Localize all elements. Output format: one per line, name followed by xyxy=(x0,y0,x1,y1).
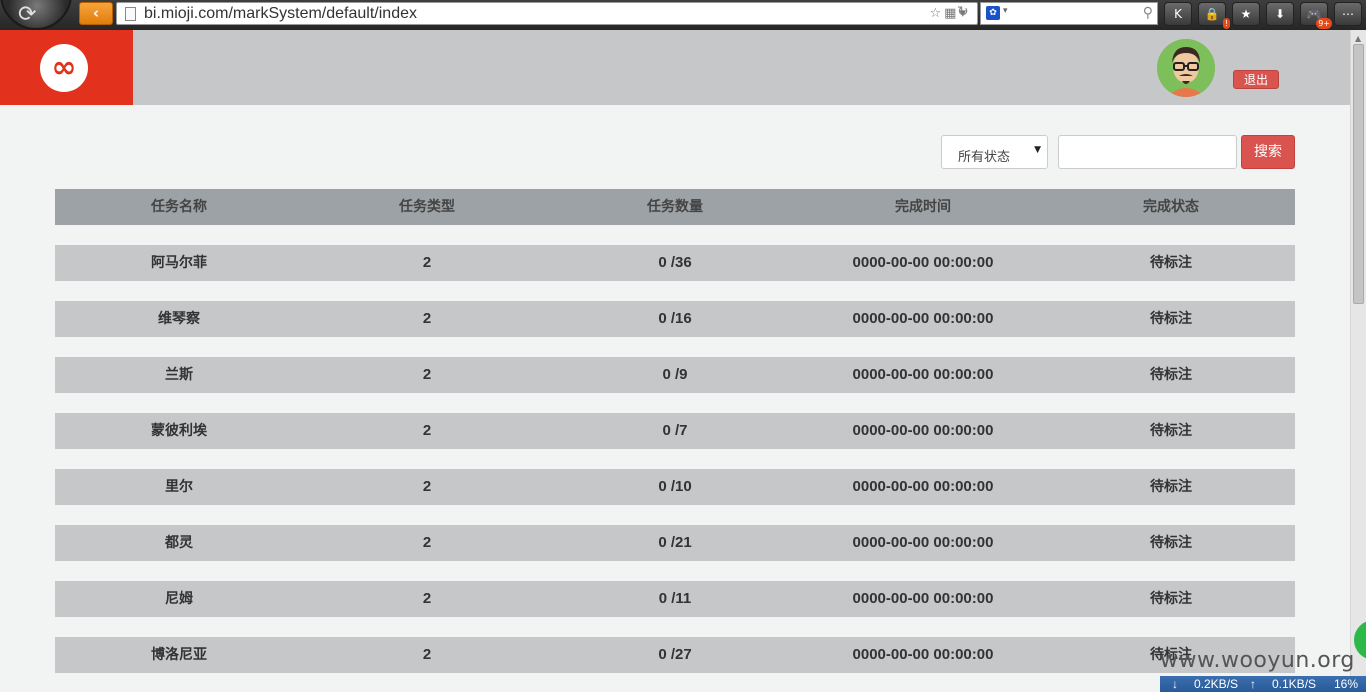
task-time: 0000-00-00 00:00:00 xyxy=(852,310,994,327)
task-type: 2 xyxy=(422,590,432,607)
task-type: 2 xyxy=(422,478,432,495)
search-input[interactable] xyxy=(1058,135,1237,169)
brand-logo-block[interactable]: ∞ xyxy=(0,30,133,105)
download-speed: 0.2KB/S xyxy=(1194,677,1239,691)
search-icon[interactable]: ⚲ xyxy=(1143,5,1153,21)
task-name[interactable]: 尼姆 xyxy=(55,581,303,617)
column-header-count: 任务数量 xyxy=(647,199,703,215)
avatar-face-icon xyxy=(1157,39,1215,97)
task-count: 0 /21 xyxy=(658,534,692,551)
browser-menu-logo[interactable]: ⟳ xyxy=(0,0,72,30)
game-button[interactable]: 🎮 9+ xyxy=(1300,2,1332,29)
task-name[interactable]: 都灵 xyxy=(55,525,303,561)
upload-speed: 0.1KB/S xyxy=(1272,677,1317,691)
download-arrow-icon: ↓ xyxy=(1172,677,1178,691)
task-name[interactable]: 里尔 xyxy=(55,469,303,505)
column-header-time: 完成时间 xyxy=(895,199,951,215)
app-header: ∞ 退出 xyxy=(0,30,1350,105)
game-badge: 9+ xyxy=(1316,18,1332,29)
task-count: 0 /16 xyxy=(658,310,692,327)
table-row[interactable]: 里尔 2 0 /10 0000-00-00 00:00:00 待标注 xyxy=(55,469,1295,505)
task-time: 0000-00-00 00:00:00 xyxy=(852,254,994,271)
page-icon xyxy=(125,7,136,21)
task-count: 0 /36 xyxy=(658,254,692,271)
task-status: 待标注 xyxy=(1150,255,1192,271)
task-time: 0000-00-00 00:00:00 xyxy=(852,590,994,607)
task-name[interactable]: 阿马尔菲 xyxy=(55,245,303,281)
chevron-down-icon: ▼ xyxy=(1034,145,1041,155)
address-bar[interactable]: bi.mioji.com/markSystem/default/index ☆▦… xyxy=(116,2,978,25)
table-row[interactable]: 博洛尼亚 2 0 /27 0000-00-00 00:00:00 待标注 xyxy=(55,637,1295,673)
download-button[interactable]: ⬇ xyxy=(1266,2,1294,26)
logout-button[interactable]: 退出 xyxy=(1233,70,1279,89)
reload-icon[interactable]: ↻ xyxy=(957,4,969,20)
status-filter-select[interactable]: 所有状态 ▼ xyxy=(941,135,1048,169)
task-name[interactable]: 维琴察 xyxy=(55,301,303,337)
browser-logo-icon: ⟳ xyxy=(18,2,37,27)
page-scrollbar[interactable]: ▲ xyxy=(1350,30,1366,692)
task-status: 待标注 xyxy=(1150,535,1192,551)
task-status: 待标注 xyxy=(1150,479,1192,495)
task-type: 2 xyxy=(422,366,432,383)
task-name[interactable]: 蒙彼利埃 xyxy=(55,413,303,449)
table-row[interactable]: 尼姆 2 0 /11 0000-00-00 00:00:00 待标注 xyxy=(55,581,1295,617)
task-count: 0 /10 xyxy=(658,478,692,495)
task-type: 2 xyxy=(422,534,432,551)
scroll-thumb[interactable] xyxy=(1353,44,1364,304)
browser-search-box[interactable]: ✿ ▾ ⚲ xyxy=(980,2,1158,25)
task-status: 待标注 xyxy=(1150,311,1192,327)
task-name[interactable]: 兰斯 xyxy=(55,357,303,393)
logo-circle: ∞ xyxy=(40,44,88,92)
table-header: 任务名称 任务类型 任务数量 完成时间 完成状态 xyxy=(55,189,1295,225)
task-time: 0000-00-00 00:00:00 xyxy=(852,422,994,439)
upload-arrow-icon: ↑ xyxy=(1250,677,1256,691)
lock-button[interactable]: 🔒! xyxy=(1198,2,1230,29)
more-button[interactable]: ⋯ xyxy=(1334,2,1362,26)
column-header-status: 完成状态 xyxy=(1143,199,1199,215)
table-row[interactable]: 兰斯 2 0 /9 0000-00-00 00:00:00 待标注 xyxy=(55,357,1295,393)
task-time: 0000-00-00 00:00:00 xyxy=(852,366,994,383)
task-type: 2 xyxy=(422,646,432,663)
engine-caret-icon[interactable]: ▾ xyxy=(1003,6,1008,16)
bookmark-star-button[interactable]: ★ xyxy=(1232,2,1260,26)
table-row[interactable]: 蒙彼利埃 2 0 /7 0000-00-00 00:00:00 待标注 xyxy=(55,413,1295,449)
network-status-bar: ↓ 0.2KB/S ↑ 0.1KB/S 16% xyxy=(1160,676,1366,692)
status-filter-value: 所有状态 xyxy=(958,150,1011,165)
task-type: 2 xyxy=(422,422,432,439)
search-button[interactable]: 搜索 xyxy=(1241,135,1295,169)
cpu-percent: 16% xyxy=(1334,677,1359,691)
task-type: 2 xyxy=(422,254,432,271)
scroll-up-icon[interactable]: ▲ xyxy=(1355,34,1361,43)
task-type: 2 xyxy=(422,310,432,327)
infinity-logo-icon: ∞ xyxy=(51,50,77,85)
task-table: 任务名称 任务类型 任务数量 完成时间 完成状态 阿马尔菲 2 0 /36 00… xyxy=(55,189,1295,673)
task-time: 0000-00-00 00:00:00 xyxy=(852,646,994,663)
column-header-name: 任务名称 xyxy=(151,199,207,215)
favorite-star-icon[interactable]: ☆ xyxy=(930,6,945,21)
paw-icon[interactable]: ✿ xyxy=(986,6,1000,20)
k-extension-button[interactable]: K xyxy=(1164,2,1192,26)
task-count: 0 /7 xyxy=(662,422,688,439)
task-count: 0 /9 xyxy=(662,366,688,383)
task-count: 0 /27 xyxy=(658,646,692,663)
table-row[interactable]: 都灵 2 0 /21 0000-00-00 00:00:00 待标注 xyxy=(55,525,1295,561)
lock-badge: ! xyxy=(1222,18,1230,29)
address-url[interactable]: bi.mioji.com/markSystem/default/index xyxy=(144,5,417,23)
column-header-type: 任务类型 xyxy=(399,199,455,215)
task-time: 0000-00-00 00:00:00 xyxy=(852,478,994,495)
table-row[interactable]: 维琴察 2 0 /16 0000-00-00 00:00:00 待标注 xyxy=(55,301,1295,337)
browser-toolbar: ⟳ ‹ bi.mioji.com/markSystem/default/inde… xyxy=(0,0,1366,30)
avatar[interactable] xyxy=(1157,39,1215,97)
watermark: www.wooyun.org xyxy=(1160,648,1355,673)
task-status: 待标注 xyxy=(1150,591,1192,607)
table-row[interactable]: 阿马尔菲 2 0 /36 0000-00-00 00:00:00 待标注 xyxy=(55,245,1295,281)
task-name[interactable]: 博洛尼亚 xyxy=(55,637,303,673)
task-status: 待标注 xyxy=(1150,367,1192,383)
task-count: 0 /11 xyxy=(658,590,692,607)
task-time: 0000-00-00 00:00:00 xyxy=(852,534,994,551)
back-button[interactable]: ‹ xyxy=(79,2,113,25)
task-status: 待标注 xyxy=(1150,423,1192,439)
